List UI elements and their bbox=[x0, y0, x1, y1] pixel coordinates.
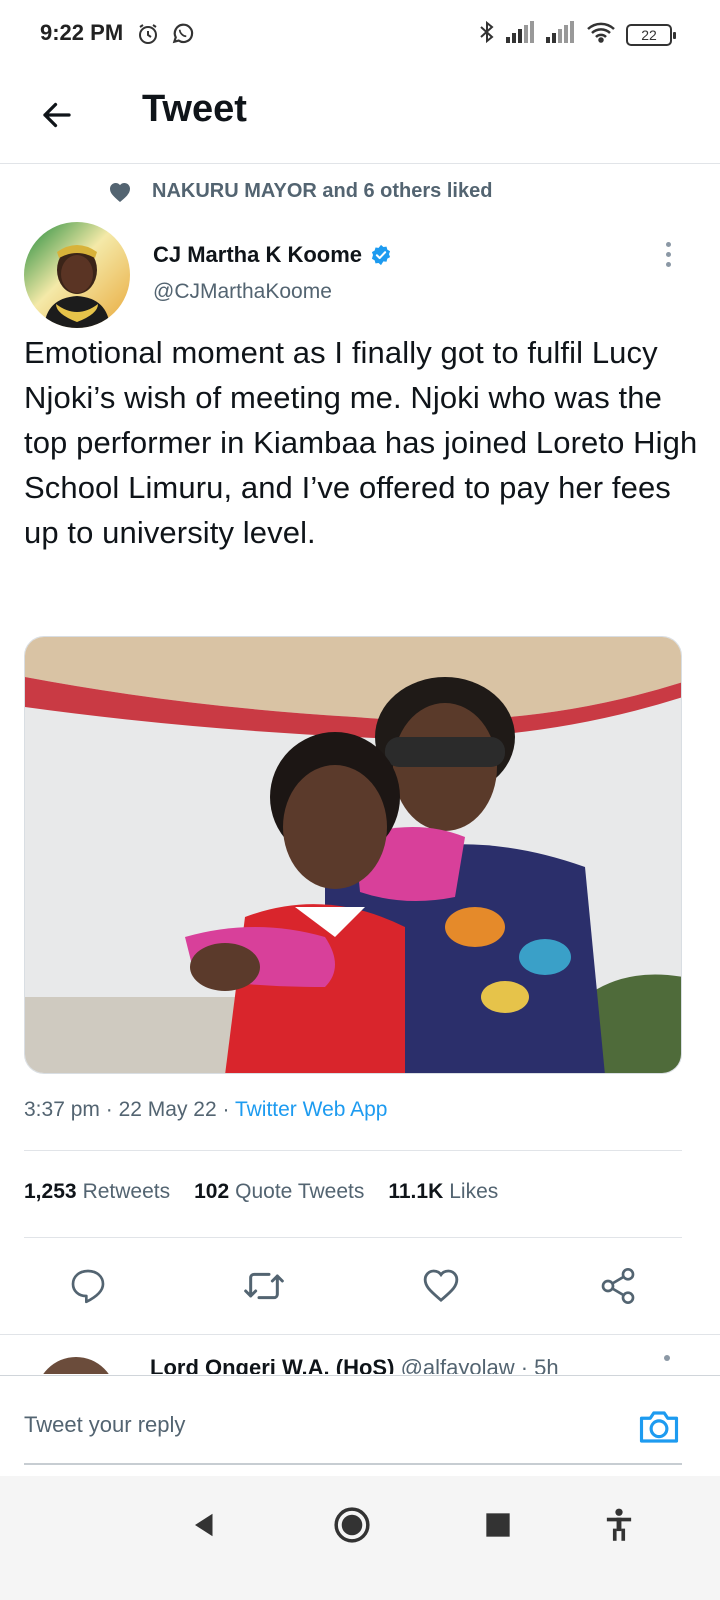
reply-icon bbox=[71, 1269, 105, 1304]
quote-tweets-label: Quote Tweets bbox=[235, 1180, 365, 1203]
likes-stat[interactable]: 11.1K Likes bbox=[388, 1180, 498, 1204]
input-underline bbox=[24, 1463, 682, 1465]
retweet-button[interactable] bbox=[236, 1258, 292, 1314]
camera-icon bbox=[639, 1411, 679, 1443]
camera-button[interactable] bbox=[636, 1406, 682, 1448]
bluetooth-icon bbox=[478, 20, 496, 49]
app-header: Tweet bbox=[0, 68, 720, 164]
system-nav-bar bbox=[0, 1476, 720, 1600]
reply-preview[interactable]: Lord Ongeri W.A. (HoS) @alfayolaw · 5h bbox=[0, 1334, 720, 1374]
author-display-name: CJ Martha K Koome bbox=[153, 242, 363, 267]
dot bbox=[665, 261, 671, 267]
retweet-icon bbox=[244, 1272, 284, 1300]
engagement-stats: 1,253 Retweets 102 Quote Tweets 11.1K Likes bbox=[24, 1180, 498, 1204]
nav-recents-button[interactable] bbox=[473, 1500, 523, 1550]
square-recents-icon bbox=[486, 1513, 510, 1537]
meta-separator: · bbox=[222, 1098, 230, 1121]
dot bbox=[665, 251, 671, 257]
author-avatar[interactable] bbox=[24, 222, 130, 328]
more-options-button[interactable] bbox=[654, 238, 682, 270]
tweet-source-link[interactable]: Twitter Web App bbox=[235, 1098, 388, 1121]
back-button[interactable] bbox=[32, 90, 82, 140]
reply-author-name: Lord Ongeri W.A. (HoS) bbox=[150, 1355, 395, 1374]
tweet-meta: 3:37 pm · 22 May 22 · Twitter Web App bbox=[24, 1098, 387, 1122]
home-circle-icon bbox=[334, 1507, 370, 1543]
alarm-icon bbox=[136, 22, 160, 51]
divider bbox=[24, 1237, 682, 1238]
signal-icon-2 bbox=[546, 21, 576, 48]
reply-handle-time: @alfayolaw · 5h bbox=[400, 1355, 559, 1374]
reply-compose-bar: Tweet your reply bbox=[0, 1375, 720, 1475]
social-context[interactable]: NAKURU MAYOR and 6 others liked bbox=[108, 180, 492, 203]
retweets-label: Retweets bbox=[82, 1180, 171, 1203]
triangle-back-icon bbox=[195, 1513, 213, 1537]
dot bbox=[665, 241, 671, 247]
tweet-action-bar bbox=[0, 1258, 720, 1314]
reply-avatar[interactable] bbox=[36, 1357, 116, 1374]
quote-tweets-stat[interactable]: 102 Quote Tweets bbox=[194, 1180, 364, 1204]
heart-outline-icon bbox=[423, 1269, 459, 1303]
likes-count: 11.1K bbox=[388, 1180, 444, 1203]
whatsapp-icon bbox=[170, 20, 196, 51]
heart-icon bbox=[110, 182, 130, 202]
status-icons: 22 bbox=[478, 20, 676, 49]
retweets-count: 1,253 bbox=[24, 1180, 77, 1203]
social-context-text: NAKURU MAYOR and 6 others liked bbox=[152, 180, 493, 202]
like-button[interactable] bbox=[413, 1258, 469, 1314]
tweet-photo[interactable] bbox=[24, 636, 682, 1074]
battery-icon: 22 bbox=[626, 23, 676, 46]
status-time: 9:22 PM bbox=[40, 20, 124, 45]
reply-input[interactable]: Tweet your reply bbox=[24, 1412, 185, 1438]
signal-icon bbox=[506, 21, 536, 48]
likes-label: Likes bbox=[449, 1180, 499, 1203]
reply-button[interactable] bbox=[60, 1258, 116, 1314]
nav-back-button[interactable] bbox=[180, 1500, 230, 1550]
retweets-stat[interactable]: 1,253 Retweets bbox=[24, 1180, 170, 1204]
tweet-date: 22 May 22 bbox=[118, 1098, 217, 1121]
quote-tweets-count: 102 bbox=[194, 1180, 230, 1203]
verified-badge-icon bbox=[371, 244, 391, 266]
reply-more-icon[interactable] bbox=[664, 1355, 670, 1361]
accessibility-button[interactable] bbox=[594, 1500, 644, 1550]
back-arrow-icon bbox=[43, 102, 71, 128]
tweet-text: Emotional moment as I finally got to ful… bbox=[24, 335, 698, 550]
nav-home-button[interactable] bbox=[327, 1500, 377, 1550]
author-name[interactable]: CJ Martha K Koome bbox=[153, 242, 392, 268]
reply-author[interactable]: Lord Ongeri W.A. (HoS) @alfayolaw · 5h bbox=[150, 1355, 559, 1374]
author-handle[interactable]: @CJMarthaKoome bbox=[153, 280, 332, 304]
divider bbox=[24, 1150, 682, 1151]
meta-separator: · bbox=[105, 1098, 113, 1121]
share-icon bbox=[601, 1268, 635, 1304]
status-bar: 9:22 PM 22 bbox=[0, 0, 720, 68]
tweet-time: 3:37 pm bbox=[24, 1098, 100, 1121]
page-title: Tweet bbox=[142, 88, 247, 130]
accessibility-icon bbox=[606, 1508, 632, 1541]
share-button[interactable] bbox=[590, 1258, 646, 1314]
wifi-icon bbox=[586, 21, 616, 48]
